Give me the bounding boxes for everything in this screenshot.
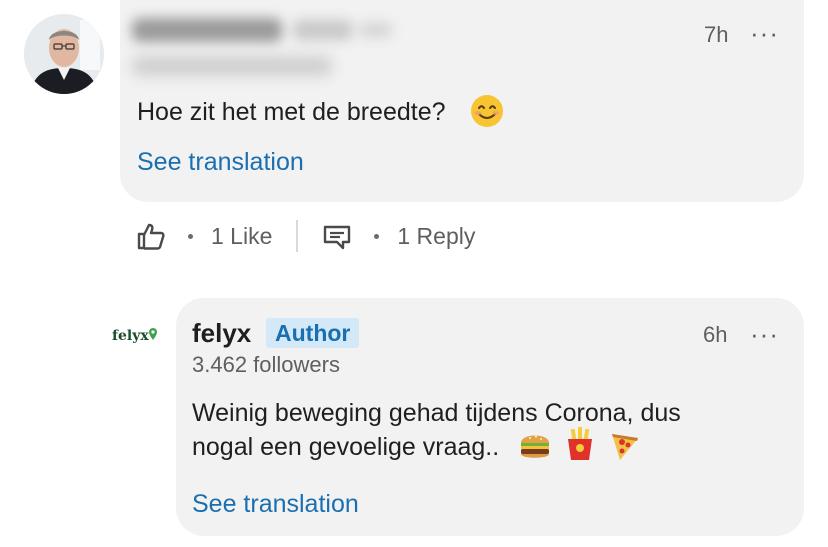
see-translation-link[interactable]: See translation — [192, 490, 359, 519]
smiling-face-emoji — [471, 95, 504, 128]
reply-count[interactable]: 1 Reply — [397, 223, 475, 250]
location-pin-icon — [148, 328, 157, 340]
see-translation-link[interactable]: See translation — [137, 148, 304, 177]
hamburger-emoji — [521, 435, 550, 459]
author-badge: Author — [266, 318, 360, 348]
more-options-icon[interactable]: ··· — [750, 20, 779, 46]
reply-text-line-2: nogal een gevoelige vraag.. — [192, 433, 500, 461]
reply-author-name[interactable]: felyx — [192, 318, 251, 349]
more-options-icon[interactable]: ··· — [750, 321, 779, 347]
reply-text-line-1: Weinig beweging gehad tijdens Corona, du… — [192, 399, 681, 427]
reply-text: Weinig beweging gehad tijdens Corona, du… — [192, 396, 681, 464]
commenter-avatar[interactable] — [24, 14, 104, 94]
fries-emoji — [568, 427, 593, 461]
blurred-commenter-headline — [132, 56, 332, 76]
comment-actions: 1 Like 1 Reply — [136, 214, 475, 258]
reply-icon[interactable] — [322, 222, 352, 250]
reply-text-line-2-wrap: nogal een gevoelige vraag.. — [192, 427, 681, 464]
reply-timestamp: 6h — [703, 322, 728, 347]
blurred-commenter-name — [132, 18, 392, 42]
felyx-logo-text: felyx — [112, 328, 149, 344]
comment-text: Hoe zit het met de breedte? — [137, 95, 504, 129]
like-count[interactable]: 1 Like — [211, 223, 272, 250]
action-divider — [296, 220, 299, 252]
comment-timestamp: 7h — [704, 22, 729, 47]
like-icon[interactable] — [136, 222, 166, 250]
comment-body: Hoe zit het met de breedte? — [137, 98, 446, 126]
follower-count: 3.462 followers — [192, 352, 340, 377]
separator-dot — [374, 233, 380, 239]
separator-dot — [188, 233, 193, 239]
felyx-logo[interactable]: felyx — [112, 328, 157, 344]
commenter-photo — [24, 14, 104, 94]
pizza-emoji — [612, 434, 639, 461]
